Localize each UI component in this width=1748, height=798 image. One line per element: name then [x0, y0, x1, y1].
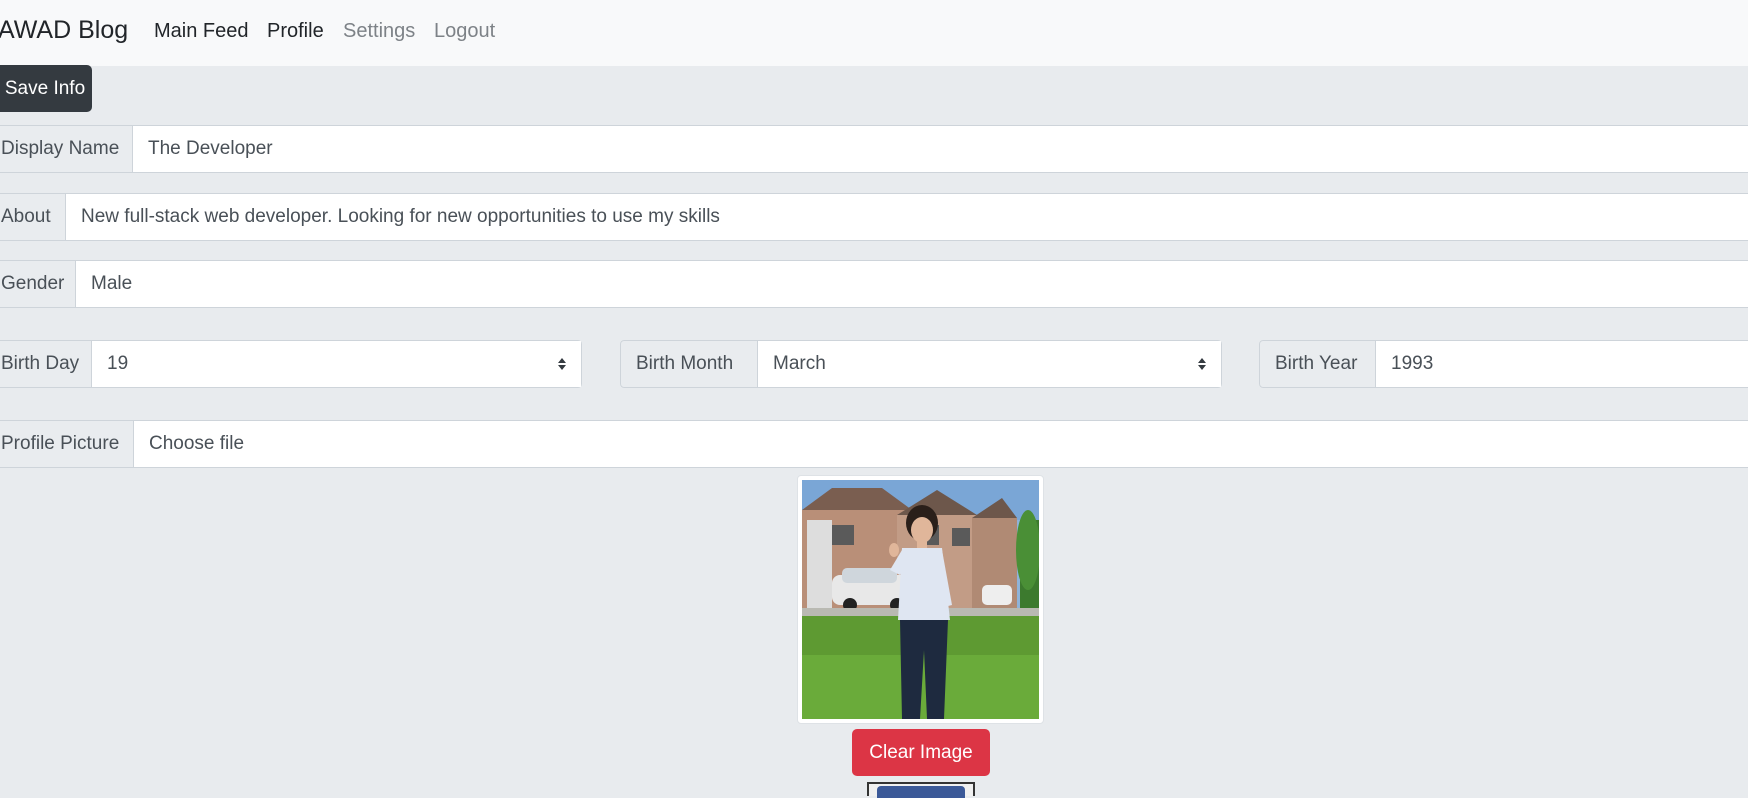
partial-submit-button[interactable]	[867, 782, 975, 798]
nav-logout[interactable]: Logout	[434, 20, 495, 43]
birth-month-label: Birth Month	[620, 340, 758, 388]
select-arrows-icon	[1198, 358, 1206, 370]
birth-month-select[interactable]: March	[758, 340, 1222, 388]
about-group: About New full-stack web developer. Look…	[0, 193, 1748, 241]
nav-profile[interactable]: Profile	[267, 20, 324, 43]
select-arrows-icon	[558, 358, 566, 370]
birth-day-select[interactable]: 19	[92, 340, 582, 388]
gender-group: Gender Male	[0, 260, 1748, 308]
profile-picture-file-input[interactable]: Choose file	[134, 420, 1748, 468]
navbar: AWAD Blog Main Feed Profile Settings Log…	[0, 0, 1748, 66]
save-info-button[interactable]: Save Info	[0, 65, 92, 112]
birth-year-label: Birth Year	[1259, 340, 1376, 388]
display-name-label: Display Name	[0, 125, 133, 173]
profile-photo-image	[802, 480, 1039, 719]
gender-input[interactable]: Male	[76, 260, 1748, 308]
display-name-input[interactable]: The Developer	[133, 125, 1748, 173]
birth-day-value: 19	[107, 353, 129, 374]
birth-year-input[interactable]: 1993	[1376, 340, 1748, 388]
profile-picture-label: Profile Picture	[0, 420, 134, 468]
nav-settings[interactable]: Settings	[343, 20, 415, 43]
profile-photo	[797, 475, 1044, 724]
birth-month-value: March	[773, 353, 826, 374]
birth-month-group: Birth Month March	[620, 340, 1222, 388]
profile-picture-group: Profile Picture Choose file	[0, 420, 1748, 468]
nav-main-feed[interactable]: Main Feed	[154, 20, 249, 43]
birth-day-label: Birth Day	[0, 340, 92, 388]
birth-day-group: Birth Day 19	[0, 340, 582, 388]
about-label: About	[0, 193, 66, 241]
brand-logo[interactable]: AWAD Blog	[0, 16, 128, 45]
clear-image-button[interactable]: Clear Image	[852, 729, 990, 776]
about-input[interactable]: New full-stack web developer. Looking fo…	[66, 193, 1748, 241]
birth-year-group: Birth Year 1993	[1259, 340, 1748, 388]
display-name-group: Display Name The Developer	[0, 125, 1748, 173]
gender-label: Gender	[0, 260, 76, 308]
